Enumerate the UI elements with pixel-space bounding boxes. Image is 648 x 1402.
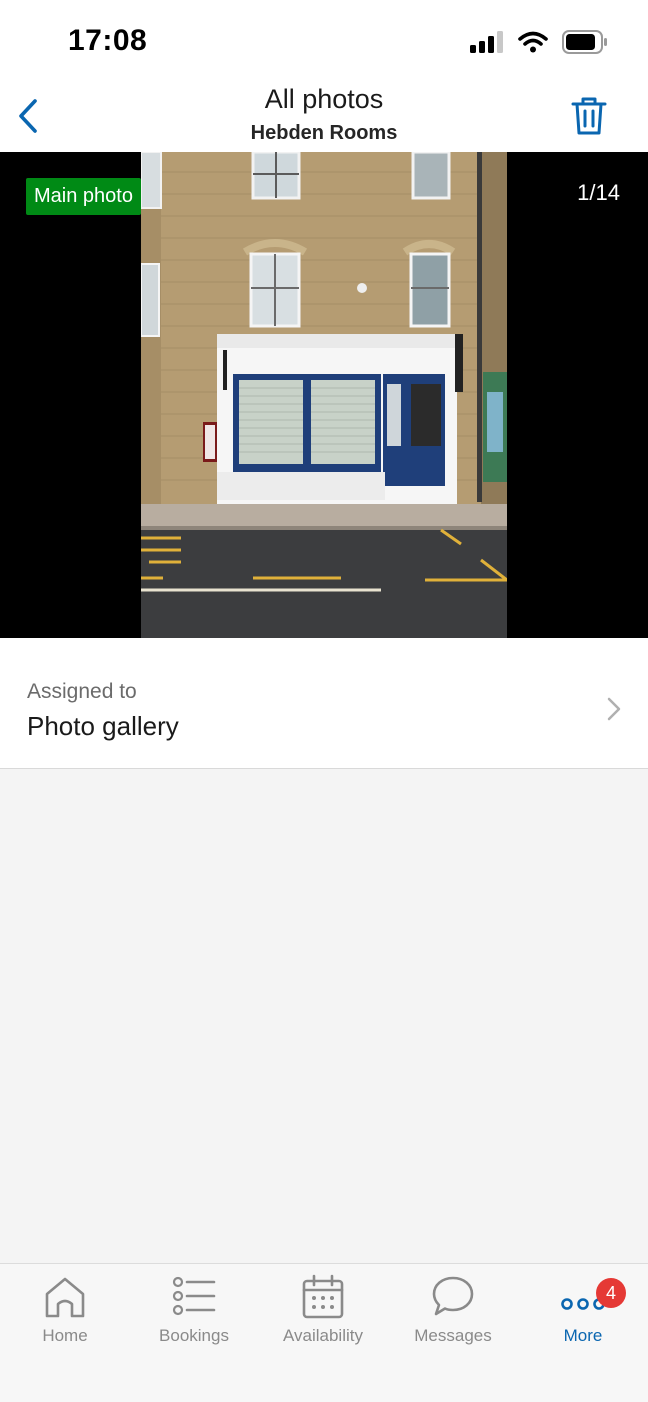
photo-viewer[interactable]: Main photo 1/14 — [0, 152, 648, 638]
status-bar: 17:08 — [0, 0, 648, 80]
tab-bookings-label: Bookings — [159, 1326, 229, 1345]
tab-availability[interactable]: Availability — [258, 1274, 388, 1354]
main-photo-badge: Main photo — [26, 178, 141, 215]
tab-more-label: More — [563, 1326, 603, 1345]
tab-availability-label: Availability — [282, 1326, 363, 1345]
list-icon — [172, 1276, 216, 1316]
assigned-to-value: Photo gallery — [27, 711, 179, 741]
cellular-signal-icon — [470, 31, 503, 53]
assigned-to-label: Assigned to — [27, 680, 137, 703]
notification-badge: 4 — [596, 1278, 626, 1308]
trash-icon — [571, 97, 607, 135]
chevron-right-icon — [607, 697, 621, 721]
home-icon — [45, 1277, 85, 1318]
status-icons — [470, 30, 608, 54]
tab-bookings[interactable]: Bookings — [129, 1274, 259, 1354]
calendar-icon — [302, 1274, 344, 1319]
property-name: Hebden Rooms — [250, 122, 398, 144]
chat-icon — [432, 1276, 474, 1316]
tab-messages[interactable]: Messages — [388, 1274, 518, 1354]
wifi-icon — [518, 31, 548, 53]
page-title: All photos — [264, 84, 384, 114]
navigation-header: All photos Hebden Rooms — [0, 80, 648, 152]
bottom-tab-bar: Home Bookings Availability Messages More… — [0, 1263, 648, 1402]
assigned-to-row[interactable]: Assigned to Photo gallery — [0, 638, 648, 769]
delete-photo-button[interactable] — [568, 94, 610, 138]
battery-icon — [562, 30, 607, 54]
property-photo — [141, 152, 507, 638]
photo-counter: 1/14 — [577, 180, 620, 205]
status-time: 17:08 — [68, 24, 148, 57]
tab-messages-label: Messages — [414, 1326, 492, 1345]
screen: 17:08 All photos Hebden Rooms Main photo… — [0, 0, 648, 1402]
tab-more[interactable]: More 4 — [518, 1274, 648, 1354]
tab-home-label: Home — [42, 1326, 88, 1345]
tab-home[interactable]: Home — [0, 1274, 130, 1354]
